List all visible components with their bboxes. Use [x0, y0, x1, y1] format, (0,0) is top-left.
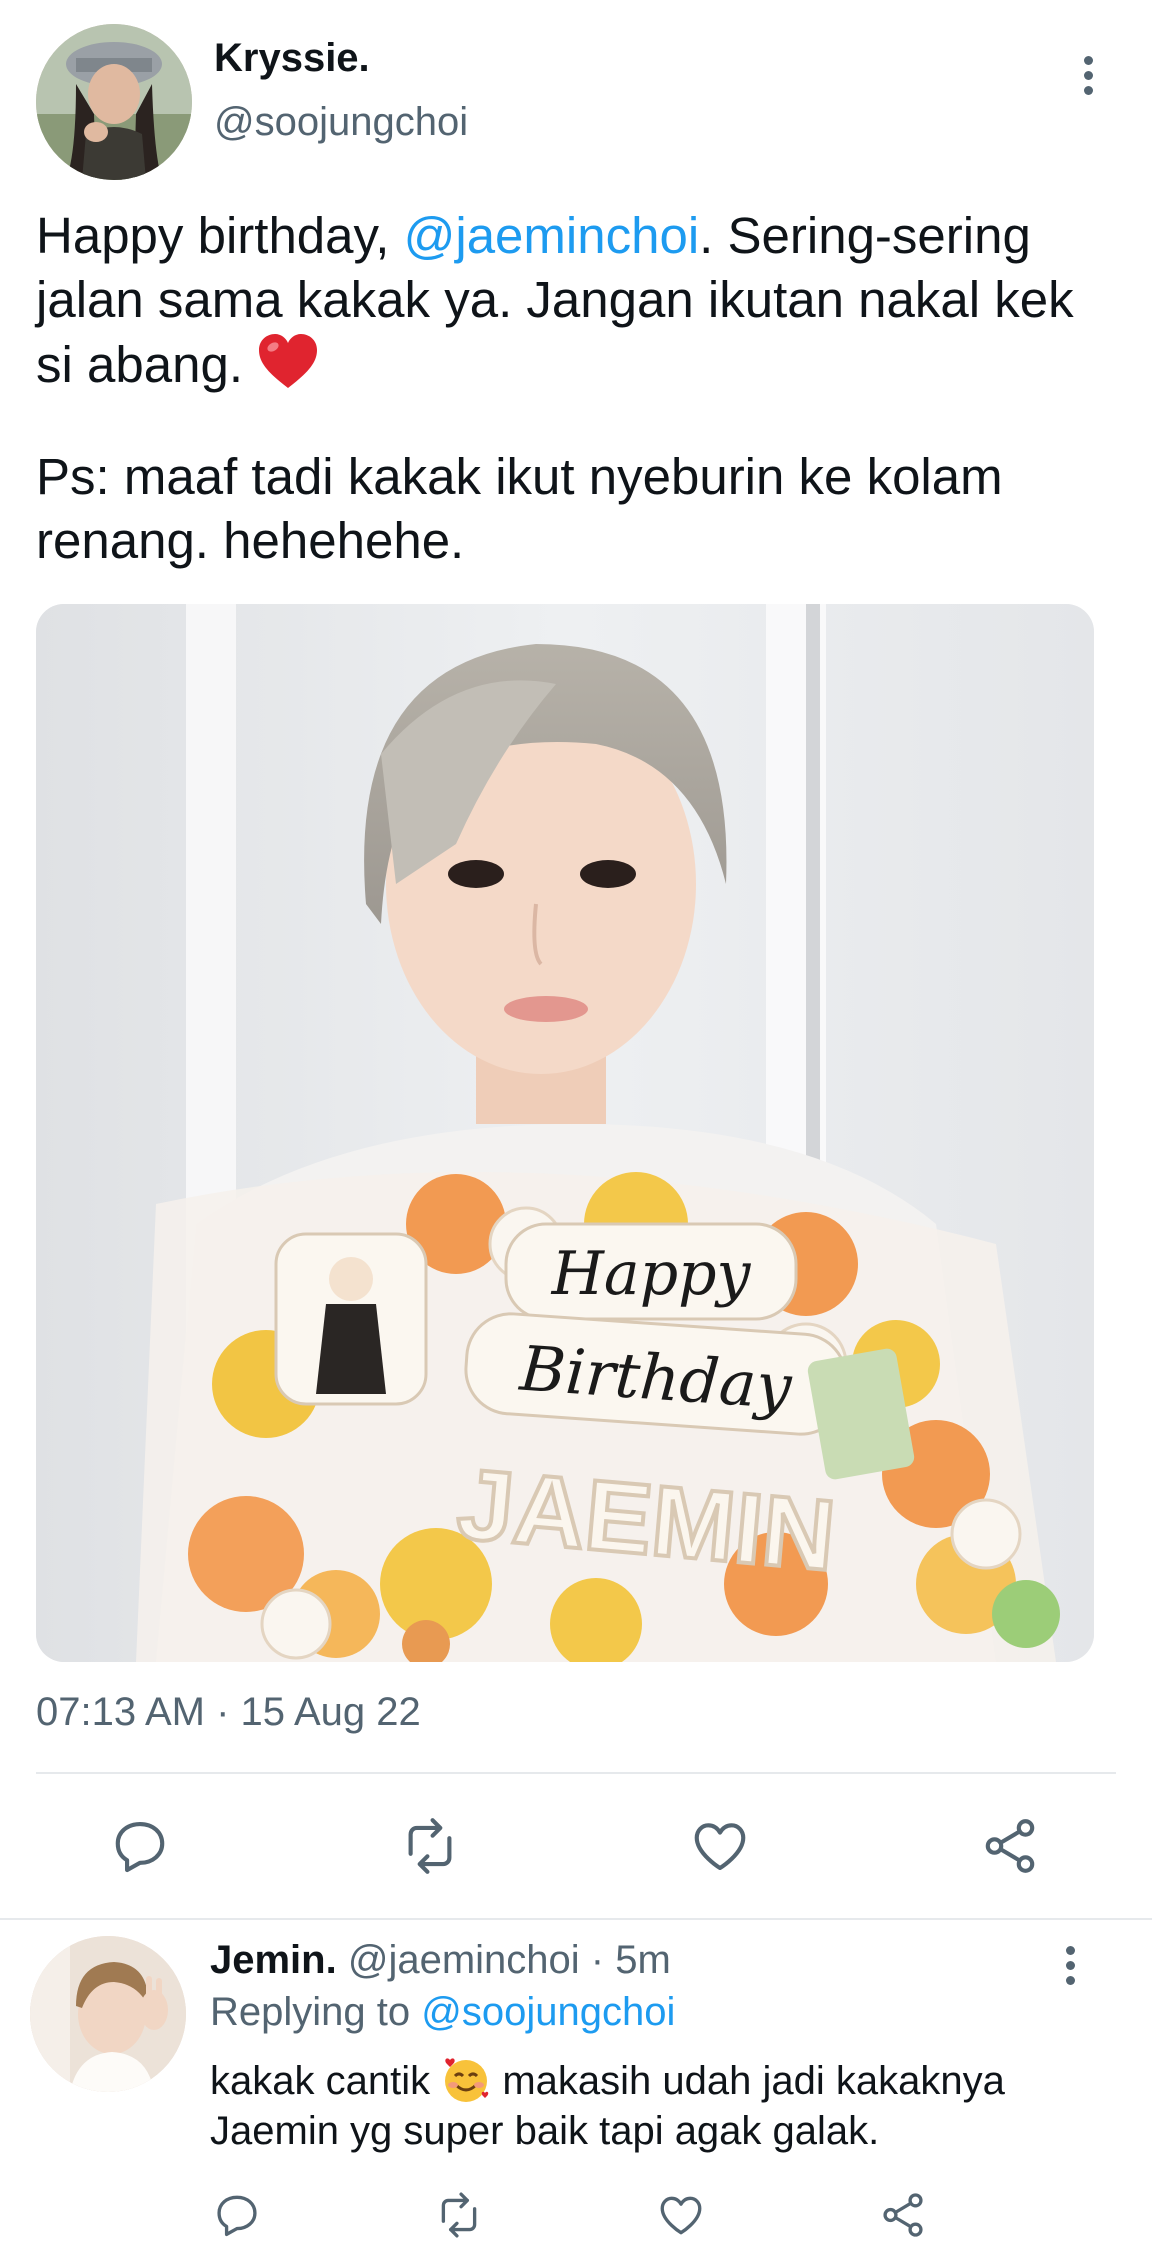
author-display-name[interactable]: Kryssie.: [214, 36, 370, 81]
like-icon: [660, 2196, 702, 2235]
tweet-text-start: Happy birthday,: [36, 207, 404, 264]
author-avatar[interactable]: [36, 24, 192, 180]
like-icon: [694, 1823, 746, 1871]
cookie-text-happy: Happy: [551, 1239, 752, 1309]
replying-to-label: Replying to: [210, 1990, 422, 2034]
replying-to-line: Replying to @soojungchoi: [210, 1990, 675, 2035]
retweet-icon: [441, 2192, 477, 2238]
retweet-icon: [408, 1818, 452, 1874]
reply-button[interactable]: [100, 1806, 180, 1886]
reply-text-start: kakak cantik: [210, 2059, 442, 2103]
reply-more-options-icon[interactable]: [1052, 1940, 1088, 1990]
reply-text: kakak cantik makasih udah jadi kakaknya …: [210, 2056, 1090, 2156]
like-button[interactable]: [680, 1806, 760, 1886]
share-icon: [883, 2193, 923, 2237]
divider: [36, 1772, 1116, 1774]
reply-handle-and-time: @jaeminchoi · 5m: [336, 1938, 671, 1982]
tweet-paragraph-2: Ps: maaf tadi kakak ikut nyeburin ke kol…: [36, 448, 1003, 569]
share-icon: [985, 1819, 1035, 1873]
replying-to-link[interactable]: @soojungchoi: [421, 1990, 675, 2034]
reply-icon: [115, 1821, 165, 1873]
reply-like-button[interactable]: [646, 2180, 716, 2250]
reply-reply-button[interactable]: [202, 2180, 272, 2250]
red-heart-emoji: [257, 332, 319, 392]
reply-share-button[interactable]: [868, 2180, 938, 2250]
tweet-text: Happy birthday, @jaeminchoi. Sering-seri…: [36, 204, 1116, 573]
reply-author-display-name[interactable]: Jemin.: [210, 1938, 337, 1982]
mention-link[interactable]: @jaeminchoi: [404, 207, 700, 264]
tweet-paragraph-1: Happy birthday, @jaeminchoi. Sering-seri…: [36, 204, 1116, 397]
tweet-timestamp[interactable]: 07:13 AM · 15 Aug 22: [36, 1690, 421, 1735]
thread-separator: [0, 1918, 1152, 1920]
reply-header: Jemin. @jaeminchoi · 5m: [210, 1938, 671, 1983]
reply-icon: [217, 2195, 257, 2237]
reply-retweet-button[interactable]: [424, 2180, 494, 2250]
share-button[interactable]: [970, 1806, 1050, 1886]
retweet-button[interactable]: [390, 1806, 470, 1886]
smiling-face-with-hearts-emoji: [441, 2056, 491, 2104]
author-handle[interactable]: @soojungchoi: [214, 100, 468, 145]
more-options-icon[interactable]: [1070, 50, 1106, 100]
reply-author-avatar[interactable]: [30, 1936, 186, 2092]
tweet-photo[interactable]: Happy Birthday JAEMIN: [36, 604, 1094, 1662]
